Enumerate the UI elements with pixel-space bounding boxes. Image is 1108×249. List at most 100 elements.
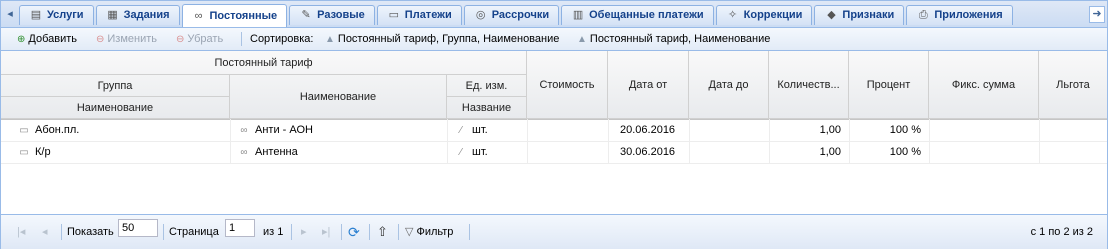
page-number-input[interactable] — [225, 219, 255, 237]
last-page-icon[interactable]: ▸| — [322, 220, 330, 244]
pager-separator — [469, 224, 470, 240]
header-date-from[interactable]: Дата от — [608, 51, 689, 119]
tab-label: Обещанные платежи — [589, 9, 704, 21]
edit-button[interactable]: ⊖ Изменить — [96, 28, 157, 51]
tab-1[interactable]: ▤ Услуги — [19, 5, 94, 25]
first-page-icon[interactable]: |◂ — [17, 220, 25, 244]
row-unit-value: шт. — [472, 146, 488, 158]
sort-chip-2-label: Постоянный тариф, Наименование — [589, 33, 771, 45]
header-name[interactable]: Наименование — [230, 75, 447, 119]
sort-chip-1-label: Постоянный тариф, Группа, Наименование — [337, 33, 560, 45]
export-icon[interactable]: ⇧ — [377, 220, 388, 244]
attachment-icon: ⎙ — [918, 9, 928, 21]
toolbar-separator — [241, 32, 242, 46]
paging-toolbar: |◂ ◂ Показать Страница из 1 ▸ ▸| ⟳ ⇧ ▽Фи… — [1, 214, 1107, 249]
tab-label: Постоянные — [209, 10, 278, 22]
window-frame: ◂ ▤ Услуги ▦ Задания ∞ Постоянные ✎ Разовые ▭ Пла… — [0, 0, 1108, 249]
magic-wand-icon: ✧ — [728, 9, 738, 21]
prev-page-icon[interactable]: ◂ — [42, 220, 48, 244]
folder-icon: ▭ — [19, 147, 29, 158]
pager-separator — [163, 224, 164, 240]
sort-chip-2[interactable]: ▲ Постоянный тариф, Наименование — [577, 28, 770, 51]
sort-asc-icon: ▲ — [325, 34, 335, 45]
card-icon: ▭ — [388, 9, 399, 21]
row-name-value: Анти - АОН — [255, 124, 313, 136]
tab-label: Задания — [123, 9, 170, 21]
page-count: из 1 — [263, 226, 284, 238]
pager-separator — [291, 224, 292, 240]
tab-label: Приложения — [934, 9, 1003, 21]
add-icon: ⊕ — [17, 34, 26, 45]
pager-separator — [369, 224, 370, 240]
page-label: Страница — [169, 226, 219, 238]
row-quantity: 1,00 — [819, 146, 841, 158]
table-row[interactable]: ▭ Абон.пл. ∞ Анти - АОН ⁄ шт. 20.06.2016 1,… — [1, 120, 1107, 142]
pager-separator — [61, 224, 62, 240]
header-cost[interactable]: Стоимость — [527, 51, 608, 119]
tab-bar: ◂ ▤ Услуги ▦ Задания ∞ Постоянные ✎ Разовые ▭ Пла… — [1, 1, 1107, 28]
tab-6[interactable]: ◎ Рассрочки — [463, 5, 560, 25]
filter-label: Фильтр — [416, 226, 454, 238]
header-unit-name[interactable]: Название — [447, 97, 527, 119]
tab-label: Рассрочки — [491, 9, 550, 21]
row-group-value: К/р — [35, 146, 51, 158]
record-summary: с 1 по 2 из 2 — [1030, 226, 1093, 238]
tab-label: Разовые — [317, 9, 365, 21]
header-tariff: Постоянный тариф — [1, 51, 527, 75]
header-percent[interactable]: Процент — [849, 51, 929, 119]
row-group-cell: ▭ Абон.пл. — [17, 120, 79, 141]
edit-button-label: Изменить — [107, 33, 158, 45]
row-unit-cell: ⁄ шт. — [454, 120, 488, 141]
sort-label: Сортировка: — [250, 33, 314, 45]
ruler-icon: ⁄ — [460, 125, 462, 136]
row-percent: 100 % — [889, 146, 921, 158]
header-unit[interactable]: Ед. изм. — [447, 75, 527, 97]
tab-strip: ▤ Услуги ▦ Задания ∞ Постоянные ✎ Разовые ▭ Плате… — [19, 4, 1015, 27]
add-button[interactable]: ⊕ Добавить — [17, 28, 77, 51]
link-icon: ∞ — [240, 125, 248, 136]
grid-header: Постоянный тариф Группа Наименование Наи… — [1, 51, 1107, 120]
filter-icon: ▽ — [405, 226, 414, 238]
tab-4[interactable]: ✎ Разовые — [289, 5, 375, 25]
refresh-icon[interactable]: ⟳ — [348, 220, 360, 244]
row-quantity: 1,00 — [819, 124, 841, 136]
header-fixed-sum[interactable]: Фикс. сумма — [929, 51, 1039, 119]
wrench-icon: ✎ — [301, 9, 311, 21]
next-page-icon[interactable]: ▸ — [301, 220, 307, 244]
tab-5[interactable]: ▭ Платежи — [376, 5, 462, 25]
tab-10[interactable]: ⎙ Приложения — [906, 5, 1013, 25]
header-group[interactable]: Группа — [1, 75, 230, 97]
tab-label: Услуги — [47, 9, 84, 21]
tab-label: Платежи — [404, 9, 452, 21]
header-benefit[interactable]: Льгота — [1039, 51, 1107, 119]
header-quantity[interactable]: Количеств... — [769, 51, 849, 119]
pager-separator — [398, 224, 399, 240]
table-row[interactable]: ▭ К/р ∞ Антенна ⁄ шт. 30.06.2016 1,00 100 % — [1, 142, 1107, 164]
tab-2[interactable]: ▦ Задания — [95, 5, 180, 25]
row-name-cell: ∞ Антенна — [237, 142, 297, 163]
clipboard-icon: ▤ — [30, 9, 42, 21]
remove-button-label: Убрать — [187, 33, 224, 45]
tab-7[interactable]: ▥ Обещанные платежи — [561, 5, 714, 25]
link-icon: ∞ — [240, 147, 248, 158]
header-date-to[interactable]: Дата до — [689, 51, 769, 119]
tab-scroll-right-icon[interactable]: ➜ — [1089, 6, 1105, 23]
row-percent: 100 % — [889, 124, 921, 136]
tab-8[interactable]: ✧ Коррекции — [715, 5, 813, 25]
notepad-icon: ▥ — [572, 9, 584, 21]
header-group-name[interactable]: Наименование — [1, 97, 230, 119]
folder-icon: ▭ — [19, 125, 29, 136]
row-unit-cell: ⁄ шт. — [454, 142, 488, 163]
task-list-icon: ▦ — [107, 9, 118, 21]
lifebuoy-icon: ◎ — [475, 9, 486, 21]
remove-button[interactable]: ⊖ Убрать — [176, 28, 223, 51]
tab-scroll-left-icon[interactable]: ◂ — [3, 6, 17, 22]
row-group-cell: ▭ К/р — [17, 142, 51, 163]
tab-3[interactable]: ∞ Постоянные — [181, 4, 288, 27]
row-name-cell: ∞ Анти - АОН — [237, 120, 313, 141]
row-group-value: Абон.пл. — [35, 124, 80, 136]
tab-9[interactable]: ◆ Признаки — [814, 5, 905, 25]
page-size-input[interactable] — [118, 219, 158, 237]
sort-chip-1[interactable]: ▲ Постоянный тариф, Группа, Наименование — [325, 28, 559, 51]
filter-button[interactable]: ▽ Фильтр — [405, 220, 453, 244]
